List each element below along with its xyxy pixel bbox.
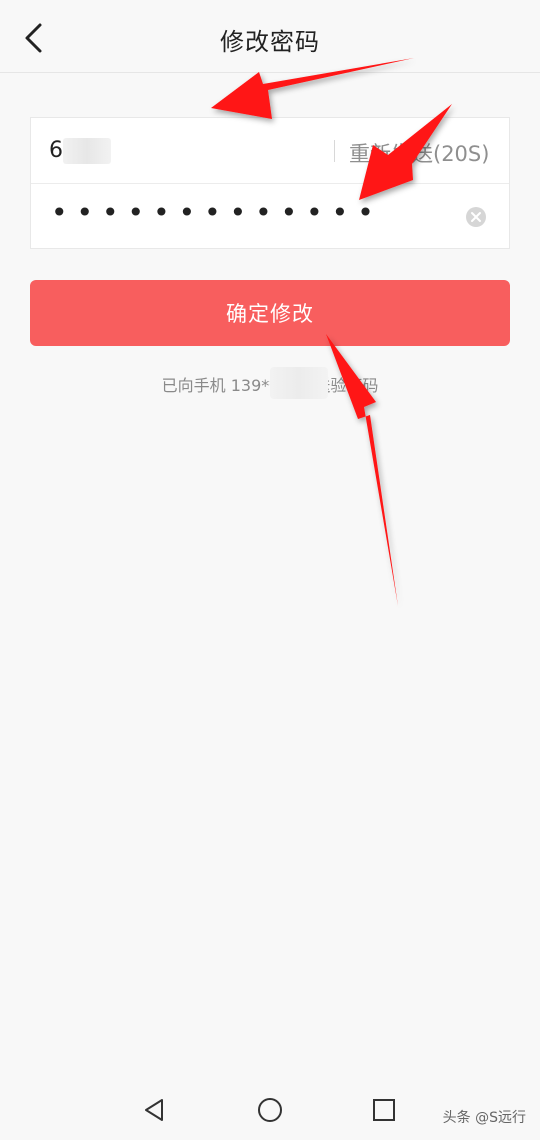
nav-recent-button[interactable] <box>370 1096 398 1124</box>
redacted-phone-mask <box>270 367 328 399</box>
watermark-label: 头条 @S远行 <box>442 1110 526 1126</box>
vertical-divider <box>334 140 335 162</box>
new-password-input[interactable]: ••••••••••••• <box>51 196 383 229</box>
resend-code-button[interactable]: 重新发送(20S) <box>349 138 489 168</box>
circle-home-icon <box>258 1098 282 1122</box>
clear-circle-icon <box>466 207 486 227</box>
page-title: 修改密码 <box>220 28 320 56</box>
clear-password-button[interactable] <box>465 206 487 228</box>
verification-code-input[interactable]: 6 <box>49 138 63 163</box>
square-recent-icon <box>373 1099 395 1121</box>
redacted-code-mask <box>63 138 111 164</box>
nav-back-button[interactable] <box>140 1096 168 1124</box>
new-password-row: ••••••••••••• <box>31 184 509 250</box>
system-nav-bar: 头条 @S远行 <box>0 1080 540 1140</box>
nav-home-button[interactable] <box>256 1096 284 1124</box>
password-form: 6 重新发送(20S) ••••••••••••• <box>30 117 510 249</box>
confirm-change-button[interactable]: 确定修改 <box>30 280 510 346</box>
header-bar: 修改密码 <box>0 0 540 73</box>
verification-code-row: 6 重新发送(20S) <box>31 118 509 184</box>
triangle-back-icon <box>145 1099 163 1121</box>
